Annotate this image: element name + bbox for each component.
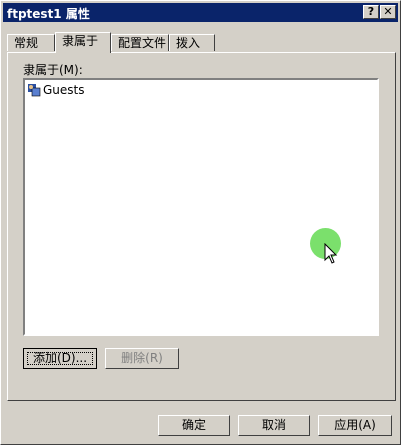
apply-button-label: 应用(A) [334, 418, 376, 432]
mouse-pointer-icon [324, 243, 338, 264]
help-button[interactable]: ? [363, 5, 379, 19]
cancel-button[interactable]: 取消 [238, 415, 310, 436]
ok-button-label: 确定 [181, 418, 206, 432]
apply-button[interactable]: 应用(A) [318, 415, 392, 436]
cancel-button-label: 取消 [261, 418, 286, 432]
tab-dial-in-label: 拨入 [176, 36, 201, 50]
tab-dial-in[interactable]: 拨入 [169, 34, 215, 51]
list-item-label: Guests [43, 83, 85, 97]
title-bar[interactable]: ftptest1 属性 ? ✕ [3, 3, 398, 22]
properties-dialog: ftptest1 属性 ? ✕ 常规 隶属于 配置文件 拨入 隶属于(M): G… [0, 0, 401, 445]
add-button[interactable]: 添加(D)... [23, 348, 97, 369]
tab-member-of[interactable]: 隶属于 [55, 32, 111, 53]
tab-member-of-label: 隶属于 [62, 34, 99, 48]
group-icon [28, 84, 41, 97]
member-of-list[interactable]: Guests [23, 78, 379, 336]
close-button[interactable]: ✕ [380, 5, 396, 19]
remove-button[interactable]: 删除(R) [105, 348, 179, 369]
tab-profile-label: 配置文件 [118, 36, 167, 50]
focus-ring [27, 352, 93, 365]
tab-general-label: 常规 [14, 36, 39, 50]
member-of-label: 隶属于(M): [23, 63, 83, 77]
ok-button[interactable]: 确定 [158, 415, 230, 436]
list-item[interactable]: Guests [27, 82, 85, 98]
window-title: ftptest1 属性 [7, 7, 90, 21]
remove-button-label: 删除(R) [121, 351, 163, 365]
tab-profile[interactable]: 配置文件 [111, 34, 169, 51]
tab-general[interactable]: 常规 [7, 34, 55, 51]
